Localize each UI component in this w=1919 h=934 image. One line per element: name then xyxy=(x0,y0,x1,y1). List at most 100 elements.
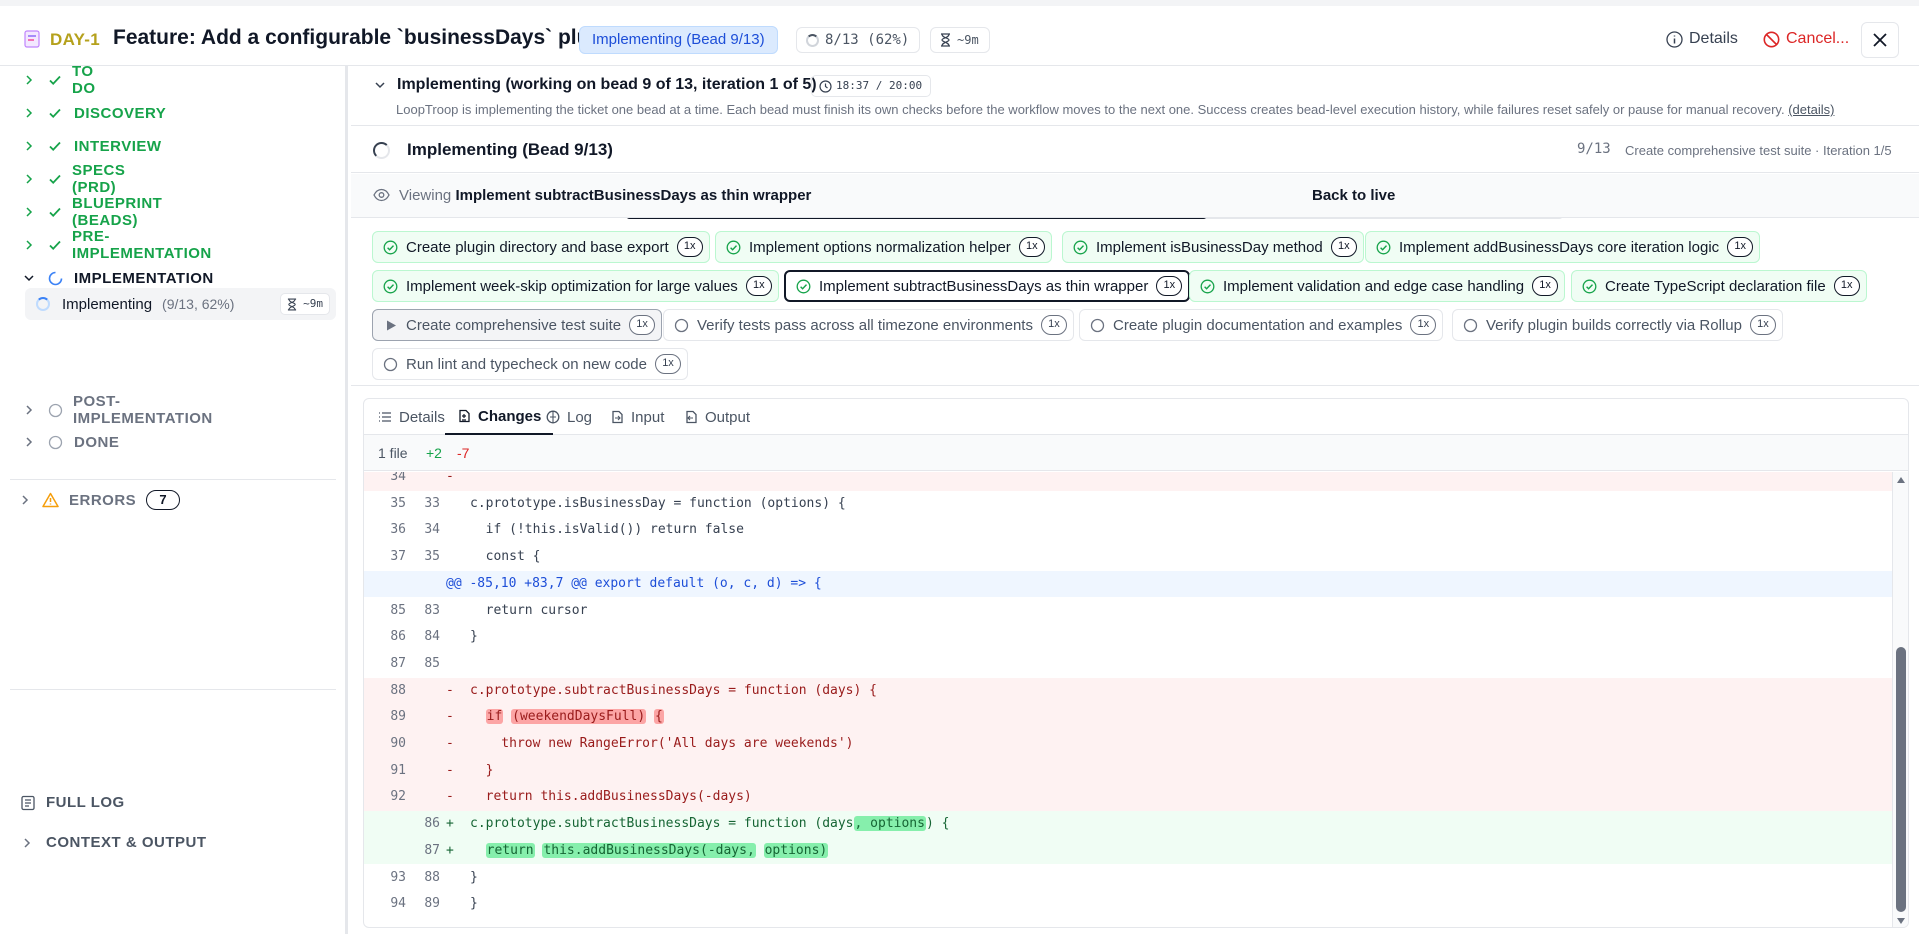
chevron xyxy=(22,106,36,120)
bead-label: Create comprehensive test suite xyxy=(406,316,622,334)
bead-status-icon xyxy=(726,240,741,255)
sidebar-item-pre-implementation[interactable]: PRE-IMPLEMENTATION xyxy=(22,228,214,262)
check-circle-icon xyxy=(383,240,398,254)
tab-details[interactable]: Details xyxy=(378,399,445,435)
bead-chip[interactable]: Create plugin documentation and examples… xyxy=(1079,309,1444,341)
sidebar-item-discovery[interactable]: DISCOVERY xyxy=(22,101,166,125)
bead-label: Implement options normalization helper xyxy=(749,238,1011,256)
chevron xyxy=(22,271,36,285)
bead-status-icon xyxy=(1582,279,1597,294)
sidebar-subitem-implementing[interactable]: Implementing (9/13, 62%) ~9m xyxy=(25,288,336,320)
bead-status-icon xyxy=(1073,240,1088,255)
old-line-number: 34 xyxy=(390,472,406,484)
bead-label: Create plugin documentation and examples xyxy=(1113,316,1403,334)
close-button[interactable] xyxy=(1861,22,1899,58)
bead-run-count: 1x xyxy=(1410,315,1437,335)
bead-chip[interactable]: Verify plugin builds correctly via Rollu… xyxy=(1452,309,1783,341)
diff-view[interactable]: 34 - 35 33 c.prototype.isBusinessDay = funct… xyxy=(364,472,1894,927)
bead-chip[interactable]: Implement subtractBusinessDays as thin w… xyxy=(784,270,1191,302)
diff-line: 91 - } xyxy=(364,757,1894,785)
back-to-live-button[interactable]: Back to live xyxy=(1312,187,1395,204)
diff-line: 92 - return this.addBusinessDays(-days) xyxy=(364,784,1894,812)
check-icon xyxy=(49,75,61,85)
old-line-number: 35 xyxy=(390,495,406,511)
sidebar-item-implementation[interactable]: IMPLEMENTATION xyxy=(22,266,214,290)
bead-chip[interactable]: Create comprehensive test suite 1x xyxy=(372,309,663,341)
chevron-down-icon xyxy=(24,275,34,282)
diff-code: } xyxy=(470,869,478,885)
chevron xyxy=(22,73,36,87)
bead-label: Implement week-skip optimization for lar… xyxy=(406,277,738,295)
diff-line: 88 - c.prototype.subtractBusinessDays = fu… xyxy=(364,677,1894,705)
scrollbar[interactable] xyxy=(1892,472,1908,927)
tab-output[interactable]: Output xyxy=(684,399,750,435)
sidebar-item-specs-prd[interactable]: SPECS (PRD) xyxy=(22,162,127,196)
stage-description: LoopTroop is implementing the ticket one… xyxy=(396,102,1835,117)
bead-chip[interactable]: Implement addBusinessDays core iteration… xyxy=(1365,231,1761,263)
detail-panel: Details Changes Log Input Output 1 file +2 -… xyxy=(363,398,1909,928)
sidebar-item-interview[interactable]: INTERVIEW xyxy=(22,134,162,158)
status-indicator xyxy=(48,172,62,186)
bead-status-icon xyxy=(796,279,811,294)
bead-chip[interactable]: Implement options normalization helper 1x xyxy=(715,231,1052,263)
bead-status-icon xyxy=(383,279,398,294)
diff-line: 86 84} xyxy=(364,624,1894,651)
check-circle-icon xyxy=(726,240,741,254)
cancel-button[interactable]: Cancel... xyxy=(1763,30,1849,48)
details-link[interactable]: (details) xyxy=(1788,102,1834,117)
eta-chip: ~9m xyxy=(280,293,330,315)
diff-sign: - xyxy=(446,682,454,698)
clock-icon xyxy=(819,80,832,93)
tab-label: Details xyxy=(399,408,445,426)
sidebar-item-errors[interactable]: ERRORS 7 xyxy=(18,490,181,510)
sidebar-item-post-implementation[interactable]: POST-IMPLEMENTATION xyxy=(22,393,214,427)
bead-chip[interactable]: Implement week-skip optimization for lar… xyxy=(372,270,779,302)
tab-label: Log xyxy=(567,408,593,426)
diff-line: 93 88} xyxy=(364,865,1894,892)
phase-label: SPECS (PRD) xyxy=(72,162,126,196)
bead-status-icon xyxy=(1200,279,1215,294)
sidebar-item-done[interactable]: DONE xyxy=(22,430,119,454)
old-line-number: 36 xyxy=(390,522,406,538)
bead-run-count: 1x xyxy=(1156,276,1183,296)
progress-title: Implementing (Bead 9/13) xyxy=(407,140,613,159)
bead-run-count: 1x xyxy=(1833,276,1860,296)
viewing-banner: Viewing Implement subtractBusinessDays a… xyxy=(351,174,1919,218)
stage-title[interactable]: Implementing (working on bead 9 of 13, i… xyxy=(373,76,817,94)
bead-chip[interactable]: Verify tests pass across all timezone en… xyxy=(663,309,1074,341)
chevron-right-icon xyxy=(26,207,33,217)
tab-changes[interactable]: Changes xyxy=(445,399,554,435)
progress-count: 9/13 xyxy=(1577,141,1611,157)
chevron xyxy=(22,435,36,449)
bead-run-count: 1x xyxy=(1727,237,1754,257)
phase-label: POST-IMPLEMENTATION xyxy=(73,393,213,427)
bead-run-count: 1x xyxy=(676,237,703,257)
bead-chip[interactable]: Implement validation and edge case handl… xyxy=(1189,270,1566,302)
old-line-number: 93 xyxy=(390,869,406,885)
bead-chip[interactable]: Create plugin directory and base export 1… xyxy=(372,231,710,263)
scroll-up-icon[interactable] xyxy=(1896,476,1906,484)
bead-chip[interactable]: Run lint and typecheck on new code 1x xyxy=(372,348,688,380)
scrollbar-thumb[interactable] xyxy=(1896,647,1906,912)
old-line-number: 91 xyxy=(390,762,406,778)
sidebar-item-blueprint-beads[interactable]: BLUEPRINT (BEADS) xyxy=(22,195,164,229)
tab-log[interactable]: Log xyxy=(546,399,592,435)
bead-status-icon xyxy=(383,318,398,333)
scroll-down-icon[interactable] xyxy=(1896,917,1906,925)
ban-icon xyxy=(1763,31,1780,47)
diff-code: return this.addBusinessDays(-days, optio… xyxy=(485,842,829,858)
diff-line: 87 85 xyxy=(364,651,1894,678)
details-button[interactable]: Details xyxy=(1666,30,1738,48)
tab-input[interactable]: Input xyxy=(610,399,664,435)
bead-chip[interactable]: Implement isBusinessDay method 1x xyxy=(1062,231,1364,263)
status-indicator xyxy=(48,106,64,120)
full-log-button[interactable]: FULL LOG xyxy=(20,794,125,811)
bead-status-icon xyxy=(1463,318,1478,333)
bead-chip[interactable]: Create TypeScript declaration file 1x xyxy=(1571,270,1867,302)
diff-sign: - xyxy=(446,736,454,751)
context-output-toggle[interactable]: CONTEXT & OUTPUT xyxy=(20,834,207,851)
old-line-number: 94 xyxy=(390,896,406,912)
diff-code: c.prototype.subtractBusinessDays = funct… xyxy=(470,816,950,832)
sidebar-item-to-do[interactable]: TO DO xyxy=(22,63,98,97)
phase-label: BLUEPRINT (BEADS) xyxy=(72,195,163,229)
